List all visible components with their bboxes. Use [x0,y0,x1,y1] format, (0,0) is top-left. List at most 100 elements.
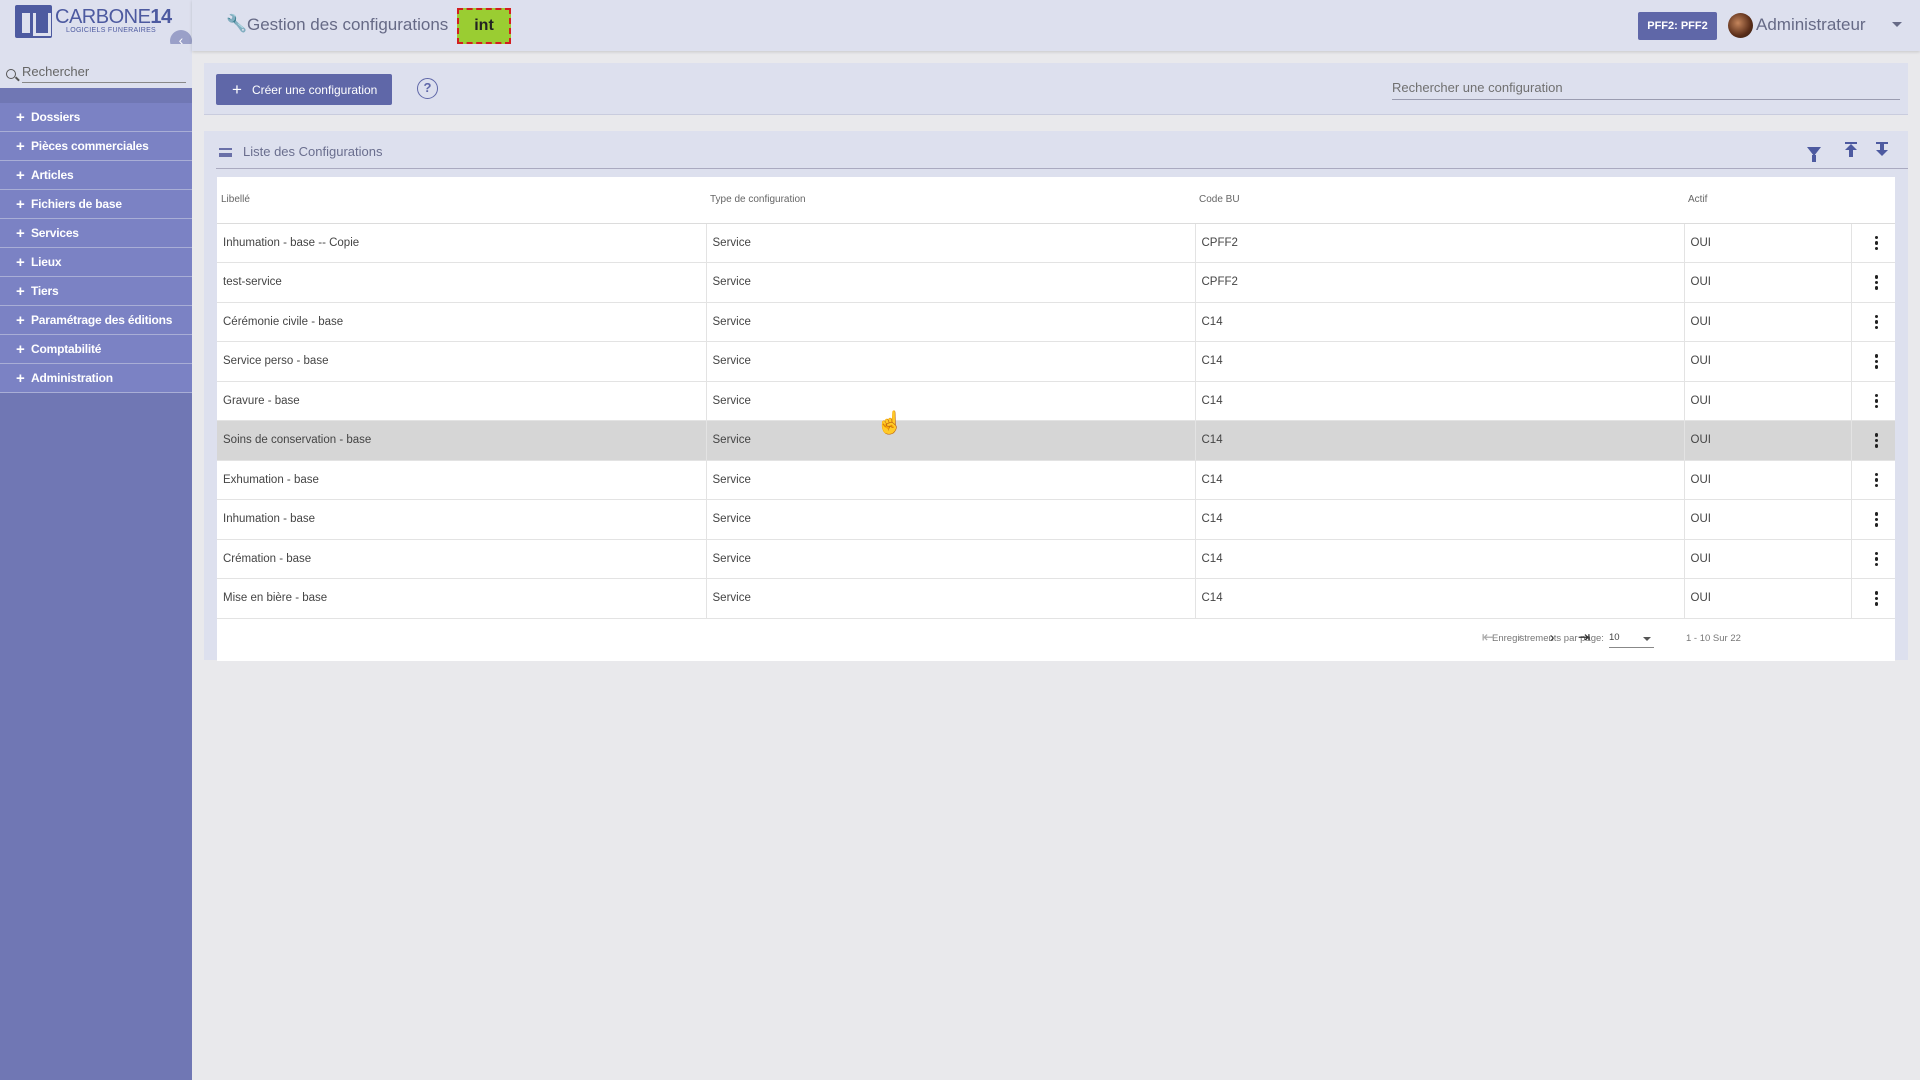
logo-brand-number: 14 [150,6,172,28]
cell-type: Service [706,381,1196,421]
download-icon[interactable] [1868,142,1888,160]
more-options-icon[interactable] [1858,433,1896,448]
sidebar-item-tiers[interactable]: + Tiers [0,277,192,306]
cell-code-bu: C14 [1195,302,1685,342]
cell-libelle: Exhumation - base [217,460,707,500]
page-size-select[interactable]: 10 [1609,628,1654,648]
cell-libelle: Service perso - base [217,341,707,382]
sidebar-search-input[interactable] [22,61,186,83]
environment-badge: int [457,8,511,44]
plus-icon: + [232,79,242,99]
sidebar-item-services[interactable]: + Services [0,219,192,248]
cell-code-bu: C14 [1195,341,1685,382]
more-options-icon[interactable] [1858,354,1896,369]
more-options-icon[interactable] [1858,235,1896,250]
cell-type: Service [706,460,1196,500]
sidebar-item-dossiers[interactable]: + Dossiers [0,103,192,132]
sidebar-item-articles[interactable]: + Articles [0,161,192,190]
configurations-panel: Liste des Configurations Libellé Type de… [204,131,1908,661]
sidebar-item-administration[interactable]: + Administration [0,364,192,393]
table-row[interactable]: test-service Service CPFF2 OUI [217,262,1896,303]
create-configuration-button[interactable]: + Créer une configuration [216,74,392,105]
caret-down-icon [1643,637,1651,641]
more-options-icon[interactable] [1858,314,1896,329]
wrench-icon: 🔧 [226,14,248,33]
table-row[interactable]: Exhumation - base Service C14 OUI [217,460,1895,500]
cell-actif: OUI [1684,578,1852,619]
cell-code-bu: CPFF2 [1195,223,1685,263]
cell-type: Service [706,578,1196,619]
table-row[interactable]: Inhumation - base Service C14 OUI [217,499,1896,540]
cell-actif: OUI [1684,341,1852,382]
more-options-icon[interactable] [1858,393,1896,408]
caret-down-icon[interactable] [1892,22,1902,27]
table-row[interactable]: Gravure - base Service C14 OUI [217,381,1895,421]
avatar[interactable] [1728,13,1753,38]
sidebar-item-parametrage-editions[interactable]: + Paramétrage des éditions [0,306,192,335]
more-options-icon[interactable] [1858,512,1896,527]
plus-icon: + [16,282,25,300]
column-header-type[interactable]: Type de configuration [706,177,1195,224]
help-icon[interactable]: ? [417,78,438,99]
row-actions-cell [1851,341,1896,382]
cell-libelle: Inhumation - base [217,499,707,540]
plus-icon: + [16,137,25,155]
column-header-code-bu[interactable]: Code BU [1195,177,1684,224]
row-actions-cell [1851,262,1896,303]
cell-libelle: Inhumation - base -- Copie [217,223,707,263]
last-page-icon[interactable]: ⇥ [1575,629,1593,647]
cell-type: Service [706,262,1196,303]
upload-icon[interactable] [1837,142,1857,160]
cell-type: Service [706,539,1196,579]
cell-actif: OUI [1684,381,1852,421]
more-options-icon[interactable] [1858,551,1896,566]
more-options-icon[interactable] [1858,591,1896,606]
more-options-icon[interactable] [1858,275,1896,290]
sidebar-item-label: Fichiers de base [31,197,122,211]
page-title: Gestion des configurations [247,15,449,34]
cell-libelle: Soins de conservation - base [217,420,707,461]
cell-code-bu: C14 [1195,460,1685,500]
sidebar-item-comptabilite[interactable]: + Comptabilité [0,335,192,364]
cell-type: Service [706,499,1196,540]
sidebar-item-pieces-commerciales[interactable]: + Pièces commerciales [0,132,192,161]
panel-header: Liste des Configurations [204,131,1908,169]
sidebar-item-label: Pièces commerciales [31,139,149,153]
previous-page-icon[interactable]: ‹ [1511,629,1529,647]
table-row[interactable]: Cérémonie civile - base Service C14 OUI [217,302,1895,342]
cell-code-bu: C14 [1195,578,1685,619]
logo: CARBONE14 LOGICIELS FUNERAIRES [0,0,192,44]
cell-type: Service [706,341,1196,382]
plus-icon: + [16,311,25,329]
create-configuration-label: Créer une configuration [251,82,378,97]
table-row[interactable]: Soins de conservation - base Service C14 OU… [217,420,1896,461]
filter-icon[interactable] [1807,147,1821,162]
table-row[interactable]: Crémation - base Service C14 OUI [217,539,1895,579]
cell-actif: OUI [1684,420,1852,461]
first-page-icon[interactable]: ⇤ [1479,629,1497,647]
cell-code-bu: C14 [1195,381,1685,421]
cell-libelle: Mise en bière - base [217,578,707,619]
cell-code-bu: C14 [1195,499,1685,540]
table-row[interactable]: Service perso - base Service C14 OUI [217,341,1896,382]
plus-icon: + [16,224,25,242]
more-options-icon[interactable] [1858,472,1896,487]
sidebar-item-lieux[interactable]: + Lieux [0,248,192,277]
user-menu-name[interactable]: Administrateur [1756,15,1866,35]
row-actions-cell [1851,420,1896,461]
table-row[interactable]: Inhumation - base -- Copie Service CPFF2 OU… [217,223,1895,263]
sidebar-item-fichiers-de-base[interactable]: + Fichiers de base [0,190,192,219]
cell-actif: OUI [1684,262,1852,303]
list-icon [219,148,232,157]
sidebar-item-label: Administration [31,371,113,385]
table-row[interactable]: Mise en bière - base Service C14 OUI [217,578,1896,619]
pff-selector-button[interactable]: PFF2: PFF2 [1638,12,1717,40]
next-page-icon[interactable]: › [1543,629,1561,647]
plus-icon: + [16,108,25,126]
top-header: 🔧 Gestion des configurations int PFF2: P… [192,0,1920,51]
column-header-actif[interactable]: Actif [1684,177,1851,224]
row-actions-cell [1851,539,1895,579]
configuration-search-input[interactable] [1392,76,1900,100]
plus-icon: + [16,369,25,387]
column-header-libelle[interactable]: Libellé [217,177,706,224]
